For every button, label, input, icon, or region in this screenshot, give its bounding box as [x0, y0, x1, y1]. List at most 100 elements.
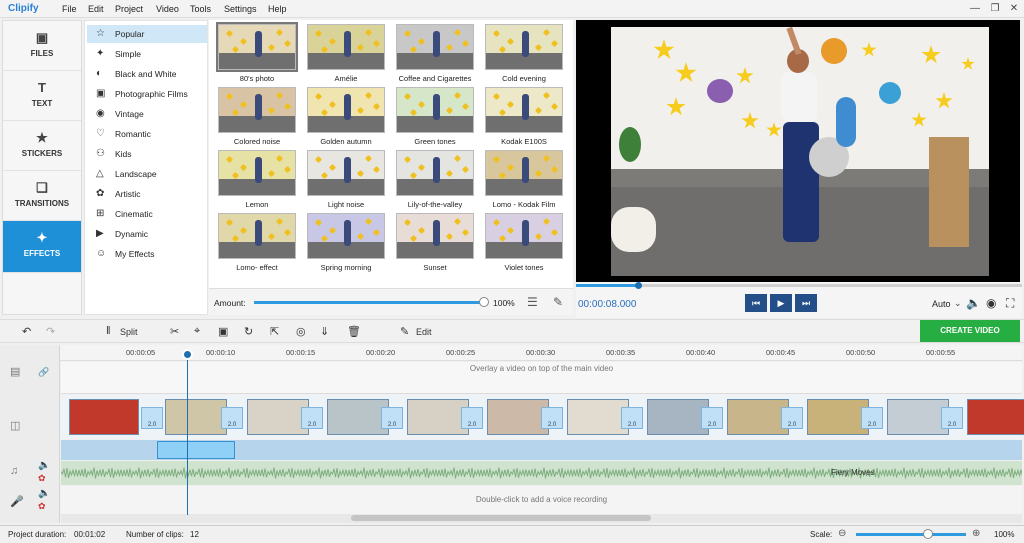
scale-slider[interactable] — [856, 533, 966, 536]
fullscreen-icon[interactable]: ⛶ — [1006, 296, 1014, 311]
close-icon[interactable]: ✕ — [1007, 2, 1021, 16]
video-clip[interactable] — [727, 399, 789, 435]
effect-thumbnail[interactable] — [307, 213, 385, 259]
transition-block[interactable]: 2.0 — [861, 407, 883, 429]
aspect-icon[interactable]: ▣ — [218, 325, 228, 338]
effect-thumbnail[interactable] — [216, 22, 298, 72]
resize-icon[interactable]: ⇱ — [270, 325, 279, 338]
volume-icon[interactable]: 🔈 — [38, 488, 50, 499]
effect-thumbnail[interactable] — [485, 150, 563, 196]
transition-block[interactable]: 2.0 — [541, 407, 563, 429]
cut-icon[interactable]: ✂ — [170, 325, 179, 338]
export-icon[interactable]: ⇓ — [320, 325, 329, 338]
tab-effects[interactable]: ✦ EFFECTS — [3, 221, 81, 273]
menu-help[interactable]: Help — [268, 4, 287, 14]
transition-block[interactable]: 2.0 — [621, 407, 643, 429]
transition-block[interactable]: 2.0 — [141, 407, 163, 429]
amount-slider-track[interactable] — [254, 301, 484, 304]
effect-thumbnail[interactable] — [307, 87, 385, 133]
volume-icon[interactable]: 🔈 — [38, 460, 50, 471]
create-video-button[interactable]: CREATE VIDEO — [920, 320, 1020, 342]
trash-icon[interactable]: 🗑 — [347, 325, 361, 338]
camera-icon[interactable]: ◉ — [986, 296, 996, 310]
menu-tools[interactable]: Tools — [190, 4, 211, 14]
video-clip[interactable] — [69, 399, 139, 435]
category-item[interactable]: ⚇ Kids — [87, 145, 207, 163]
redo-icon[interactable]: ↷ — [46, 325, 55, 338]
effect-thumbnail[interactable] — [396, 213, 474, 259]
timeline-playhead[interactable] — [187, 349, 188, 515]
effect-thumbnail[interactable] — [485, 24, 563, 70]
effects-icon[interactable]: ✿ — [38, 501, 46, 512]
scale-slider-handle[interactable] — [923, 529, 933, 539]
playhead-knob[interactable] — [182, 349, 193, 360]
effect-thumbnail[interactable] — [307, 24, 385, 70]
video-clip[interactable] — [807, 399, 869, 435]
play-button[interactable]: ▶ — [770, 294, 792, 312]
transition-block[interactable]: 2.0 — [941, 407, 963, 429]
transition-block[interactable]: 2.0 — [461, 407, 483, 429]
effect-thumbnail[interactable] — [485, 87, 563, 133]
menu-edit[interactable]: Edit — [88, 4, 104, 14]
chevron-down-icon[interactable]: ⌄ — [954, 298, 962, 309]
category-item[interactable]: ◐ Black and White — [87, 65, 207, 83]
effect-thumbnail[interactable] — [396, 150, 474, 196]
category-item[interactable]: ✦ Simple — [87, 45, 207, 63]
clip-effects-track[interactable] — [61, 440, 1022, 460]
link-icon[interactable]: 🔗 — [38, 367, 49, 378]
menu-file[interactable]: File — [62, 4, 77, 14]
effect-thumbnail[interactable] — [218, 213, 296, 259]
category-item[interactable]: ▣ Photographic Films — [87, 85, 207, 103]
restore-icon[interactable]: ❐ — [988, 2, 1002, 16]
overlay-track[interactable]: Overlay a video on top of the main video — [61, 362, 1022, 394]
next-frame-button[interactable]: ⏭ — [795, 294, 817, 312]
effect-thumbnail[interactable] — [218, 150, 296, 196]
effect-thumbnail[interactable] — [218, 87, 296, 133]
minimize-icon[interactable]: — — [968, 2, 982, 16]
category-item[interactable]: ☆ Popular — [87, 25, 207, 43]
edit-icon[interactable]: ✎ — [400, 325, 409, 338]
transition-block[interactable]: 2.0 — [221, 407, 243, 429]
category-item[interactable]: ✿ Artistic — [87, 185, 207, 203]
video-clip[interactable] — [247, 399, 309, 435]
category-item[interactable]: △ Landscape — [87, 165, 207, 183]
category-item[interactable]: ▶ Dynamic — [87, 225, 207, 243]
split-button[interactable]: Split — [120, 327, 138, 337]
tab-stickers[interactable]: ★ STICKERS — [3, 121, 81, 171]
voice-track[interactable]: Double-click to add a voice recording — [61, 486, 1022, 514]
category-item[interactable]: ☺ My Effects — [87, 245, 207, 263]
tab-files[interactable]: ▣ FILES — [3, 21, 81, 71]
selected-effect-block[interactable] — [157, 441, 235, 459]
video-clip[interactable] — [647, 399, 709, 435]
brush-icon[interactable]: ✎ — [553, 295, 563, 309]
menu-project[interactable]: Project — [115, 4, 143, 14]
zoom-icon[interactable]: ◎ — [296, 325, 306, 338]
zoom-out-icon[interactable]: ⊖ — [838, 528, 846, 539]
effect-thumbnail[interactable] — [396, 24, 474, 70]
crop-icon[interactable]: ⌖ — [194, 325, 200, 338]
video-track[interactable]: 2.0 2.0 2.0 2.0 2.0 2.0 2.0 2.0 2.0 2.0 2.0 — [61, 395, 1024, 439]
transition-block[interactable]: 2.0 — [781, 407, 803, 429]
category-item[interactable]: ◉ Vintage — [87, 105, 207, 123]
video-clip[interactable] — [407, 399, 469, 435]
transition-block[interactable]: 2.0 — [381, 407, 403, 429]
category-item[interactable]: ⊞ Cinematic — [87, 205, 207, 223]
tab-transitions[interactable]: ❏ TRANSITIONS — [3, 171, 81, 221]
scrollbar-thumb[interactable] — [351, 515, 651, 521]
zoom-in-icon[interactable]: ⊕ — [972, 528, 980, 539]
playhead-handle[interactable] — [635, 282, 643, 289]
timeline-ruler[interactable]: 00:00:05 00:00:10 00:00:15 00:00:20 00:00:25… — [60, 345, 1022, 361]
prev-frame-button[interactable]: ⏮ — [745, 294, 767, 312]
video-clip[interactable] — [887, 399, 949, 435]
video-clip[interactable] — [567, 399, 629, 435]
adjust-icon[interactable]: ☰ — [527, 295, 538, 309]
audio-track[interactable]: Fiery Moves — [61, 461, 1022, 485]
effect-thumbnail[interactable] — [485, 213, 563, 259]
transition-block[interactable]: 2.0 — [301, 407, 323, 429]
transition-block[interactable]: 2.0 — [701, 407, 723, 429]
tab-text[interactable]: T TEXT — [3, 71, 81, 121]
split-icon[interactable]: ‖ — [106, 325, 111, 337]
edit-button[interactable]: Edit — [416, 327, 432, 337]
effect-thumbnail[interactable] — [307, 150, 385, 196]
rotate-icon[interactable]: ↻ — [244, 325, 253, 338]
